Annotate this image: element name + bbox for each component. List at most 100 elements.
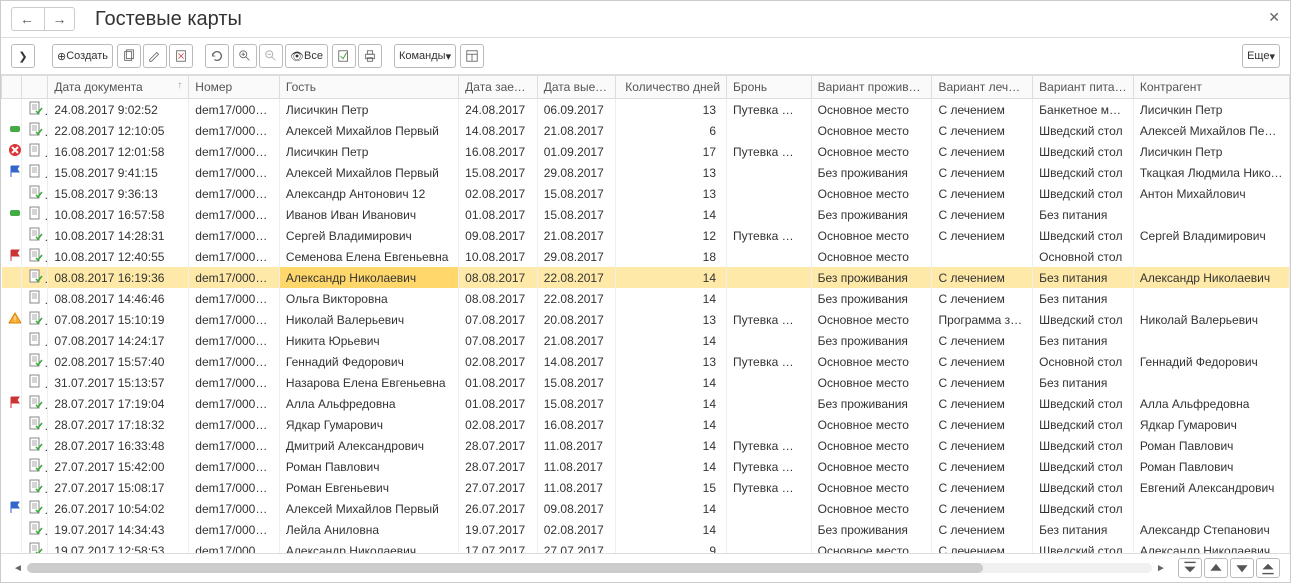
header-flag[interactable] (2, 76, 22, 99)
cell-lech: С лечением (932, 225, 1033, 246)
cell-proj: Основное место (811, 351, 932, 372)
table-row[interactable]: 31.07.2017 15:13:57dem17/000115Назарова … (2, 372, 1290, 393)
cell-lech: С лечением (932, 372, 1033, 393)
table-row[interactable]: 19.07.2017 12:58:53dem17/000107Александр… (2, 540, 1290, 553)
cell-kon (1133, 330, 1289, 351)
commands-dropdown[interactable]: Команды ▾ (394, 44, 456, 68)
cell-guest: Иванов Иван Иванович (279, 204, 458, 225)
table-row[interactable]: 02.08.2017 15:57:40dem17/000116Геннадий … (2, 351, 1290, 372)
cell-proj: Основное место (811, 540, 932, 553)
header-din[interactable]: Дата заезда (459, 76, 538, 99)
view-all-button[interactable]: 👁 Все (285, 44, 328, 68)
table-row[interactable]: 07.08.2017 14:24:17dem17/000117Никита Юр… (2, 330, 1290, 351)
cell-date: 10.08.2017 16:57:58 (48, 204, 189, 225)
table-row[interactable]: 22.08.2017 12:10:05dem17/000129Алексей М… (2, 120, 1290, 141)
goto-last[interactable] (1256, 558, 1280, 578)
cell-lech: С лечением (932, 351, 1033, 372)
table-row[interactable]: 24.08.2017 9:02:52dem17/000130Лисичкин П… (2, 99, 1290, 121)
layout-button[interactable] (460, 44, 484, 68)
cell-num: dem17/000108 (189, 519, 280, 540)
forward-button[interactable]: → (44, 8, 74, 30)
table-row[interactable]: 27.07.2017 15:42:00dem17/000111Роман Пав… (2, 456, 1290, 477)
header-dout[interactable]: Дата выезда (537, 76, 616, 99)
scroll-left[interactable]: ◄ (11, 563, 25, 574)
table-row[interactable]: 16.08.2017 12:01:58dem17/000126Лисичкин … (2, 141, 1290, 162)
cell-num: dem17/000126 (189, 141, 280, 162)
table-row[interactable]: !07.08.2017 15:10:19dem17/000118Николай … (2, 309, 1290, 330)
mark-button[interactable] (169, 44, 193, 68)
table-row[interactable]: 28.07.2017 17:19:04dem17/000114Алла Альф… (2, 393, 1290, 414)
header-guest[interactable]: Гость (279, 76, 458, 99)
expand-button[interactable]: ❯ (11, 44, 35, 68)
scroll-right[interactable]: ► (1154, 563, 1168, 574)
row-doc-icon (22, 267, 48, 288)
check-button[interactable] (332, 44, 356, 68)
row-flag-icon (2, 141, 22, 162)
cell-kon (1133, 498, 1289, 519)
cell-pit: Шведский стол (1033, 498, 1134, 519)
table-row[interactable]: 15.08.2017 9:41:15dem17/000125Алексей Ми… (2, 162, 1290, 183)
refresh-button[interactable] (205, 44, 229, 68)
page-title: Гостевые карты (95, 8, 242, 31)
cell-guest: Лисичкин Петр (279, 99, 458, 121)
cell-lech: С лечением (932, 267, 1033, 288)
row-doc-icon (22, 330, 48, 351)
print-button[interactable] (358, 44, 382, 68)
header-bron[interactable]: Бронь (727, 76, 812, 99)
cell-lech: Программа заб... (932, 309, 1033, 330)
row-flag-icon (2, 351, 22, 372)
cell-guest: Сергей Владимирович (279, 225, 458, 246)
scrollbar-horizontal[interactable] (27, 563, 1152, 573)
header-num[interactable]: Номер (189, 76, 280, 99)
goto-down[interactable] (1230, 558, 1254, 578)
header-lech[interactable]: Вариант лечения (932, 76, 1033, 99)
cell-date: 15.08.2017 9:41:15 (48, 162, 189, 183)
cell-date: 24.08.2017 9:02:52 (48, 99, 189, 121)
header-days[interactable]: Количество дней (616, 76, 727, 99)
cell-date: 27.07.2017 15:42:00 (48, 456, 189, 477)
cell-lech: С лечением (932, 162, 1033, 183)
table-row[interactable]: 19.07.2017 14:34:43dem17/000108Лейла Ани… (2, 519, 1290, 540)
header-kon[interactable]: Контрагент (1133, 76, 1289, 99)
edit-button[interactable] (143, 44, 167, 68)
table-row[interactable]: 28.07.2017 17:18:32dem17/000113Ядкар Гум… (2, 414, 1290, 435)
header-icon[interactable] (22, 76, 48, 99)
cell-num: dem17/000120 (189, 267, 280, 288)
data-grid[interactable]: Дата документа↑ Номер Гость Дата заезда … (1, 75, 1290, 553)
table-row[interactable]: 10.08.2017 12:40:55dem17/000121Семенова … (2, 246, 1290, 267)
cell-date: 15.08.2017 9:36:13 (48, 183, 189, 204)
cell-guest: Роман Павлович (279, 456, 458, 477)
table-row[interactable]: 08.08.2017 14:46:46dem17/000119Ольга Вик… (2, 288, 1290, 309)
cell-dout: 01.09.2017 (537, 141, 616, 162)
table-row[interactable]: 15.08.2017 9:36:13dem17/000124Александр … (2, 183, 1290, 204)
cell-bron (727, 183, 812, 204)
cell-days: 9 (616, 540, 727, 553)
goto-up[interactable] (1204, 558, 1228, 578)
zoom-in-button[interactable] (233, 44, 257, 68)
header-pit[interactable]: Вариант питания (1033, 76, 1134, 99)
cell-bron (727, 267, 812, 288)
table-row[interactable]: 28.07.2017 16:33:48dem17/000112Дмитрий А… (2, 435, 1290, 456)
cell-pit: Шведский стол (1033, 225, 1134, 246)
copy-button[interactable] (117, 44, 141, 68)
table-row[interactable]: 26.07.2017 10:54:02dem17/000109Алексей М… (2, 498, 1290, 519)
row-doc-icon (22, 246, 48, 267)
cell-days: 13 (616, 162, 727, 183)
header-date[interactable]: Дата документа↑ (48, 76, 189, 99)
more-dropdown[interactable]: Еще ▾ (1242, 44, 1280, 68)
table-row[interactable]: 27.07.2017 15:08:17dem17/000110Роман Евг… (2, 477, 1290, 498)
cell-guest: Ольга Викторовна (279, 288, 458, 309)
cell-kon: Сергей Владимирович (1133, 225, 1289, 246)
zoom-out-button[interactable] (259, 44, 283, 68)
cell-bron: Путевка №АП... (727, 99, 812, 121)
back-button[interactable]: ← (12, 8, 42, 30)
create-button[interactable]: ⊕ Создать (52, 44, 113, 68)
close-icon[interactable]: ✕ (1268, 9, 1280, 26)
table-row[interactable]: 10.08.2017 14:28:31dem17/000122Сергей Вл… (2, 225, 1290, 246)
header-proj[interactable]: Вариант проживания (811, 76, 932, 99)
nav-back-forward[interactable]: ← → (11, 7, 75, 31)
cell-days: 17 (616, 141, 727, 162)
goto-first[interactable] (1178, 558, 1202, 578)
table-row[interactable]: 08.08.2017 16:19:36dem17/000120Александр… (2, 267, 1290, 288)
table-row[interactable]: 10.08.2017 16:57:58dem17/000123Иванов Ив… (2, 204, 1290, 225)
